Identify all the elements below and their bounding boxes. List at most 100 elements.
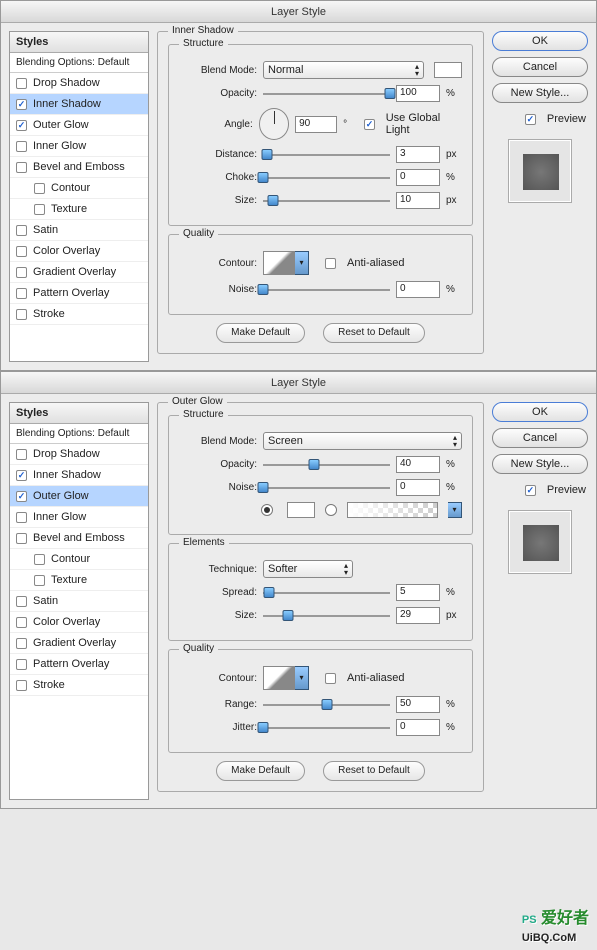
style-checkbox[interactable] (16, 99, 27, 110)
style-item-stroke[interactable]: Stroke (10, 675, 148, 696)
color-swatch[interactable] (434, 62, 462, 78)
preview-checkbox[interactable] (525, 114, 536, 125)
opacity-input[interactable]: 40 (396, 456, 440, 473)
style-checkbox[interactable] (16, 449, 27, 460)
style-item-outer-glow[interactable]: Outer Glow (10, 486, 148, 507)
style-item-texture[interactable]: Texture (10, 570, 148, 591)
color-radio[interactable] (261, 504, 273, 516)
anti-aliased-checkbox[interactable] (325, 673, 336, 684)
angle-input[interactable]: 90 (295, 116, 337, 133)
style-checkbox[interactable] (16, 470, 27, 481)
style-checkbox[interactable] (16, 162, 27, 173)
style-checkbox[interactable] (16, 512, 27, 523)
style-checkbox[interactable] (16, 267, 27, 278)
style-checkbox[interactable] (16, 141, 27, 152)
style-item-color-overlay[interactable]: Color Overlay (10, 241, 148, 262)
noise-input[interactable]: 0 (396, 281, 440, 298)
style-item-color-overlay[interactable]: Color Overlay (10, 612, 148, 633)
global-light-checkbox[interactable] (364, 119, 374, 130)
cancel-button[interactable]: Cancel (492, 57, 588, 77)
style-item-gradient-overlay[interactable]: Gradient Overlay (10, 633, 148, 654)
style-checkbox[interactable] (16, 680, 27, 691)
reset-default-button[interactable]: Reset to Default (323, 323, 425, 343)
slider[interactable] (263, 458, 390, 472)
style-item-pattern-overlay[interactable]: Pattern Overlay (10, 654, 148, 675)
style-checkbox[interactable] (16, 288, 27, 299)
style-checkbox[interactable] (16, 659, 27, 670)
style-item-gradient-overlay[interactable]: Gradient Overlay (10, 262, 148, 283)
style-item-inner-shadow[interactable]: Inner Shadow (10, 465, 148, 486)
style-checkbox[interactable] (16, 225, 27, 236)
style-item-bevel-and-emboss[interactable]: Bevel and Emboss (10, 157, 148, 178)
style-item-pattern-overlay[interactable]: Pattern Overlay (10, 283, 148, 304)
make-default-button[interactable]: Make Default (216, 761, 305, 781)
spread-input[interactable]: 5 (396, 584, 440, 601)
blend-mode-select[interactable]: Screen▴▾ (263, 432, 462, 450)
slider[interactable] (263, 609, 390, 623)
contour-swatch[interactable] (263, 251, 295, 275)
style-item-contour[interactable]: Contour (10, 549, 148, 570)
style-checkbox[interactable] (16, 596, 27, 607)
choke-input[interactable]: 0 (396, 169, 440, 186)
style-item-inner-glow[interactable]: Inner Glow (10, 136, 148, 157)
blending-options-item[interactable]: Blending Options: Default (10, 53, 148, 73)
style-checkbox[interactable] (34, 204, 45, 215)
style-checkbox[interactable] (16, 78, 27, 89)
contour-dropdown[interactable]: ▾ (295, 251, 309, 275)
angle-dial[interactable] (259, 108, 289, 140)
make-default-button[interactable]: Make Default (216, 323, 305, 343)
gradient-radio[interactable] (325, 504, 337, 516)
style-item-inner-shadow[interactable]: Inner Shadow (10, 94, 148, 115)
style-item-outer-glow[interactable]: Outer Glow (10, 115, 148, 136)
style-checkbox[interactable] (16, 491, 27, 502)
new-style-button[interactable]: New Style... (492, 83, 588, 103)
contour-swatch[interactable] (263, 666, 295, 690)
style-checkbox[interactable] (16, 120, 27, 131)
jitter-input[interactable]: 0 (396, 719, 440, 736)
style-item-texture[interactable]: Texture (10, 199, 148, 220)
ok-button[interactable]: OK (492, 31, 588, 51)
slider[interactable] (263, 87, 390, 101)
glow-color-swatch[interactable] (287, 502, 315, 518)
preview-checkbox[interactable] (525, 485, 536, 496)
style-checkbox[interactable] (16, 246, 27, 257)
gradient-swatch[interactable] (347, 502, 438, 518)
style-item-contour[interactable]: Contour (10, 178, 148, 199)
noise-input[interactable]: 0 (396, 479, 440, 496)
size-input[interactable]: 10 (396, 192, 440, 209)
style-checkbox[interactable] (16, 533, 27, 544)
blending-options-item[interactable]: Blending Options: Default (10, 424, 148, 444)
style-item-stroke[interactable]: Stroke (10, 304, 148, 325)
slider[interactable] (263, 283, 390, 297)
slider[interactable] (263, 698, 390, 712)
blend-mode-select[interactable]: Normal▴▾ (263, 61, 424, 79)
style-item-inner-glow[interactable]: Inner Glow (10, 507, 148, 528)
style-checkbox[interactable] (34, 575, 45, 586)
slider[interactable] (263, 721, 390, 735)
style-item-satin[interactable]: Satin (10, 220, 148, 241)
range-input[interactable]: 50 (396, 696, 440, 713)
contour-dropdown[interactable]: ▾ (295, 666, 309, 690)
new-style-button[interactable]: New Style... (492, 454, 588, 474)
distance-input[interactable]: 3 (396, 146, 440, 163)
slider[interactable] (263, 148, 390, 162)
opacity-input[interactable]: 100 (396, 85, 440, 102)
style-item-satin[interactable]: Satin (10, 591, 148, 612)
slider[interactable] (263, 586, 390, 600)
style-checkbox[interactable] (16, 638, 27, 649)
style-checkbox[interactable] (34, 554, 45, 565)
slider[interactable] (263, 481, 390, 495)
gradient-dropdown[interactable]: ▾ (448, 502, 462, 518)
style-checkbox[interactable] (16, 617, 27, 628)
ok-button[interactable]: OK (492, 402, 588, 422)
slider[interactable] (263, 194, 390, 208)
reset-default-button[interactable]: Reset to Default (323, 761, 425, 781)
technique-select[interactable]: Softer▴▾ (263, 560, 353, 578)
size-input[interactable]: 29 (396, 607, 440, 624)
style-item-drop-shadow[interactable]: Drop Shadow (10, 73, 148, 94)
cancel-button[interactable]: Cancel (492, 428, 588, 448)
style-checkbox[interactable] (16, 309, 27, 320)
style-item-bevel-and-emboss[interactable]: Bevel and Emboss (10, 528, 148, 549)
slider[interactable] (263, 171, 390, 185)
style-item-drop-shadow[interactable]: Drop Shadow (10, 444, 148, 465)
